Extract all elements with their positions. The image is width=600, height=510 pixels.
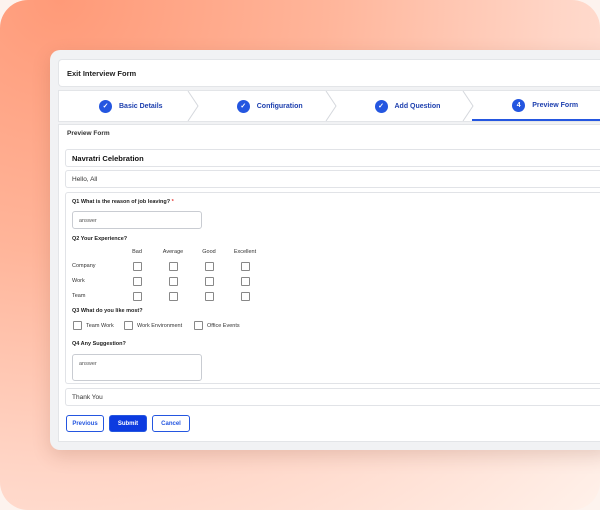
matrix-checkbox[interactable] bbox=[169, 277, 178, 286]
matrix-checkbox[interactable] bbox=[133, 277, 142, 286]
stepper: ✓ Basic Details ✓ Configuration ✓ Add Qu… bbox=[58, 90, 600, 122]
required-mark: * bbox=[171, 199, 174, 205]
form-window: Exit Interview Form ✓ Basic Details ✓ Co… bbox=[50, 50, 600, 450]
question-2-label: Q2 Your Experience? bbox=[72, 236, 128, 242]
option-label: Work Environment bbox=[137, 322, 183, 329]
option-checkbox[interactable] bbox=[124, 321, 133, 330]
step-label: Configuration bbox=[256, 102, 303, 110]
step-label: Preview Form bbox=[532, 101, 579, 109]
matrix-checkbox[interactable] bbox=[133, 262, 142, 271]
matrix-checkbox[interactable] bbox=[241, 262, 250, 271]
matrix-column-excellent: Excellent bbox=[233, 249, 257, 255]
matrix-column-bad: Bad bbox=[132, 249, 142, 255]
matrix-row-team: Team bbox=[72, 293, 86, 299]
preview-section-label: Preview Form bbox=[67, 130, 110, 137]
question-1-answer-input[interactable]: answer bbox=[72, 211, 202, 229]
check-icon: ✓ bbox=[236, 99, 250, 113]
matrix-checkbox[interactable] bbox=[133, 292, 142, 301]
option-checkbox[interactable] bbox=[73, 321, 82, 330]
window-title: Exit Interview Form bbox=[58, 59, 600, 87]
check-icon: ✓ bbox=[374, 99, 388, 113]
matrix-checkbox[interactable] bbox=[241, 292, 250, 301]
form-title: Navratri Celebration bbox=[65, 149, 600, 167]
matrix-column-average: Average bbox=[162, 249, 184, 255]
submit-button[interactable]: Submit bbox=[109, 415, 147, 432]
option-label: Office Events bbox=[207, 322, 240, 329]
matrix-column-good: Good bbox=[202, 249, 216, 255]
form-closing: Thank You bbox=[65, 388, 600, 406]
matrix-checkbox[interactable] bbox=[241, 277, 250, 286]
question-1-label: Q1 What is the reason of job leaving? * bbox=[72, 199, 174, 205]
cancel-button[interactable]: Cancel bbox=[152, 415, 190, 432]
option-team-work[interactable]: Team Work bbox=[73, 321, 114, 330]
step-preview-form[interactable]: 4 Preview Form bbox=[472, 91, 600, 121]
option-label: Team Work bbox=[86, 322, 114, 329]
option-office-events[interactable]: Office Events bbox=[194, 321, 240, 330]
matrix-row-work: Work bbox=[72, 278, 85, 284]
check-icon: ✓ bbox=[99, 99, 112, 113]
question-3-label: Q3 What do you like most? bbox=[72, 308, 143, 314]
matrix-checkbox[interactable] bbox=[169, 292, 178, 301]
question-4-answer-textarea[interactable]: answer bbox=[72, 354, 202, 381]
matrix-checkbox[interactable] bbox=[205, 292, 214, 301]
step-label: Add Question bbox=[394, 102, 441, 110]
step-basic-details[interactable]: ✓ Basic Details bbox=[59, 91, 199, 121]
step-number: 4 bbox=[512, 98, 526, 112]
previous-button[interactable]: Previous bbox=[66, 415, 104, 432]
preview-panel: Preview Form Navratri Celebration Hello,… bbox=[58, 124, 600, 442]
question-1-text: Q1 What is the reason of job leaving? bbox=[72, 199, 171, 205]
matrix-checkbox[interactable] bbox=[205, 277, 214, 286]
questions-card: Q1 What is the reason of job leaving? * … bbox=[65, 192, 600, 384]
option-checkbox[interactable] bbox=[194, 321, 203, 330]
step-add-question[interactable]: ✓ Add Question bbox=[335, 91, 474, 121]
step-label: Basic Details bbox=[119, 102, 163, 110]
form-greeting: Hello, All bbox=[65, 170, 600, 188]
matrix-checkbox[interactable] bbox=[205, 262, 214, 271]
option-work-environment[interactable]: Work Environment bbox=[124, 321, 182, 330]
matrix-row-company: Company bbox=[72, 263, 96, 269]
step-configuration[interactable]: ✓ Configuration bbox=[197, 91, 337, 121]
matrix-checkbox[interactable] bbox=[169, 262, 178, 271]
question-4-label: Q4 Any Suggestion? bbox=[72, 341, 126, 347]
